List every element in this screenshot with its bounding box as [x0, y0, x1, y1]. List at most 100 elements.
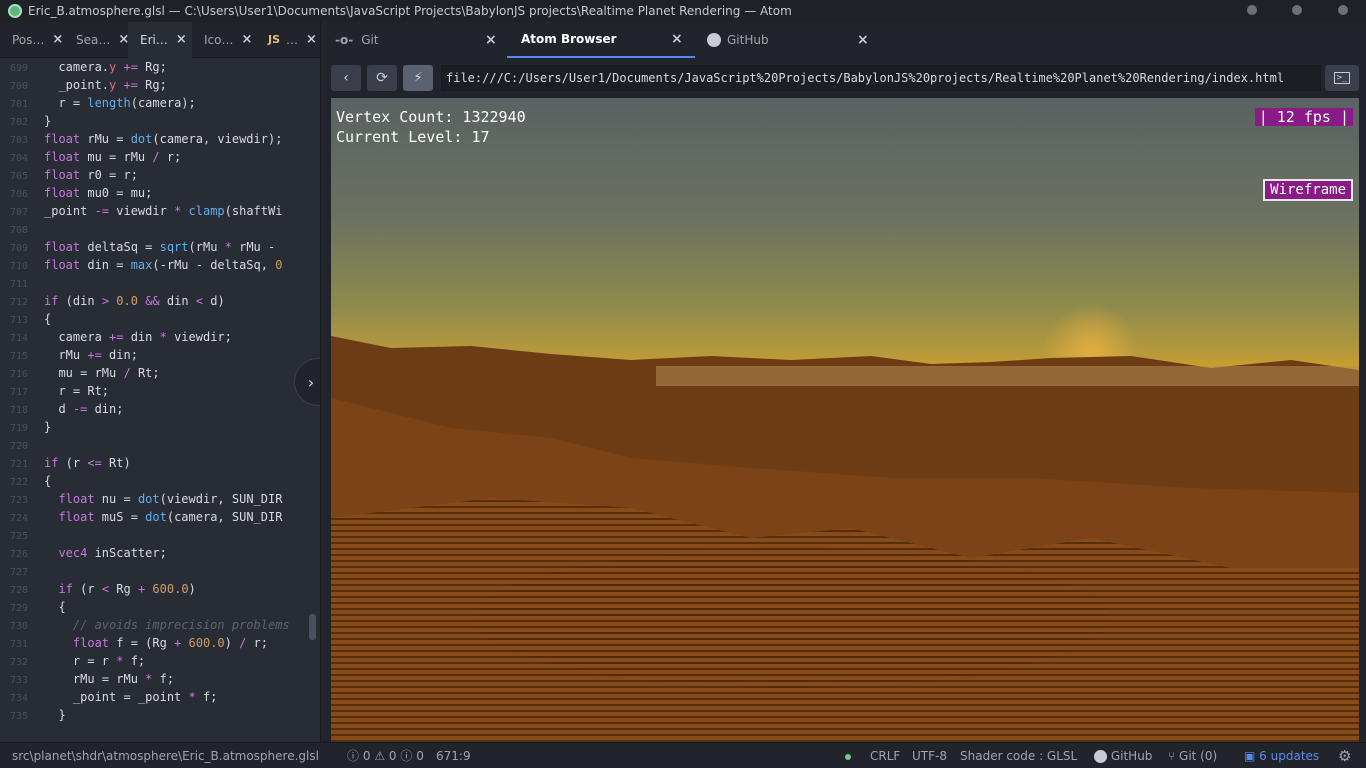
tab-sea[interactable]: Sea… × — [64, 22, 129, 58]
grammar[interactable]: Shader code : GLSL — [960, 743, 1077, 768]
code-text: vec4 inScatter; — [58, 546, 167, 560]
tab-atom-browser[interactable]: Atom Browser × — [507, 22, 695, 58]
encoding[interactable]: UTF-8 — [912, 743, 947, 768]
diagnostics[interactable]: ⓘ 0 ⚠ 0 ⓘ 0 — [347, 743, 424, 768]
tab-pos[interactable]: Pos… × — [0, 22, 64, 58]
code-editor[interactable]: 699 camera.y += Rg; 700 _point.y += Rg; 70… — [0, 58, 320, 742]
wireframe-button[interactable]: Wireframe — [1263, 179, 1353, 201]
terminal-icon: >_ — [1333, 72, 1351, 84]
code-line[interactable]: 707 _point -= viewdir * clamp(shaftWi — [0, 202, 320, 220]
line-number: 735 — [9, 711, 28, 722]
code-text: d -= din; — [44, 402, 124, 416]
code-text: camera.y += Rg; — [44, 60, 167, 74]
code-line[interactable]: 725 — [0, 526, 320, 544]
window-title: Eric_B.atmosphere.glsl — C:\Users\User1\… — [28, 4, 792, 18]
code-line[interactable]: 702} — [0, 112, 320, 130]
refresh-icon: ⟳ — [376, 70, 388, 86]
code-line[interactable]: 719} — [0, 418, 320, 436]
code-text: { — [44, 600, 66, 614]
code-line[interactable]: 729 { — [0, 598, 320, 616]
code-line[interactable]: 735 } — [0, 706, 320, 724]
code-line[interactable]: 731 float f = (Rg + 600.0) / r; — [0, 634, 320, 652]
code-line[interactable]: 724 float muS = dot(camera, SUN_DIR — [0, 508, 320, 526]
horizon-haze — [656, 366, 1359, 386]
code-line[interactable]: 713{ — [0, 310, 320, 328]
code-line[interactable]: 730 // avoids imprecision problems — [0, 616, 320, 634]
git-branch-icon: ⑂ — [1168, 749, 1176, 763]
gear-icon[interactable]: ⚙ — [1338, 743, 1351, 768]
warning-count: 0 — [388, 749, 397, 763]
git-commit-icon: -o- — [335, 33, 354, 47]
live-reload-button[interactable]: ⚡ — [403, 65, 433, 91]
code-text: float f = (Rg + 600.0) / r; — [72, 636, 269, 650]
code-line[interactable]: 728 if (r < Rg + 600.0) — [0, 580, 320, 598]
code-text: float mu0 = mu; — [44, 186, 153, 200]
code-line[interactable]: 722{ — [0, 472, 320, 490]
file-path[interactable]: src\planet\shdr\atmosphere\Eric_B.atmosp… — [12, 743, 319, 768]
code-line[interactable]: 734 _point = _point * f; — [0, 688, 320, 706]
close-icon[interactable]: × — [306, 32, 317, 47]
tab-ico[interactable]: Ico… × — [192, 22, 256, 58]
code-line[interactable]: 720 — [0, 436, 320, 454]
code-line[interactable]: 718 d -= din; — [0, 400, 320, 418]
minimize-button[interactable] — [1247, 5, 1257, 15]
tab-label: … — [286, 32, 299, 47]
editor-pane: Pos… × Sea… × Eri… × Ico… × JS … × 699 camera.… — [0, 22, 320, 742]
code-line[interactable]: 710 float din = max(-rMu - deltaSq, 0 — [0, 256, 320, 274]
code-line[interactable]: 701 r = length(camera); — [0, 94, 320, 112]
code-line[interactable]: 733 rMu = rMu * f; — [0, 670, 320, 688]
code-line[interactable]: 723 float nu = dot(viewdir, SUN_DIR — [0, 490, 320, 508]
vertical-scrollbar[interactable] — [309, 614, 316, 640]
atom-logo-icon — [8, 4, 22, 18]
chevron-right-icon: › — [307, 372, 315, 392]
code-line[interactable]: 714 camera += din * viewdir; — [0, 328, 320, 346]
fps-counter: | 12 fps | — [1254, 108, 1353, 126]
webgl-viewport[interactable]: Vertex Count: 1322940 Current Level: 17 … — [331, 98, 1359, 742]
tab-github[interactable]: GitHub × — [707, 22, 877, 58]
close-icon[interactable]: × — [857, 32, 869, 48]
code-text: rMu = rMu * f; — [44, 672, 175, 686]
code-line[interactable]: 705 float r0 = r; — [0, 166, 320, 184]
code-text: _point = _point * f; — [44, 690, 218, 704]
code-line[interactable]: 716 mu = rMu / Rt; — [0, 364, 320, 382]
code-line[interactable]: 727 — [0, 562, 320, 580]
code-line[interactable]: 732 r = r * f; — [0, 652, 320, 670]
code-text: } — [44, 420, 52, 434]
line-ending[interactable]: CRLF — [870, 743, 900, 768]
status-bar: src\planet\shdr\atmosphere\Eric_B.atmosp… — [0, 742, 1366, 768]
github-status[interactable]: GitHub — [1094, 743, 1152, 768]
close-window-button[interactable] — [1338, 5, 1348, 15]
url-input[interactable]: file:///C:/Users/User1/Documents/JavaScr… — [441, 65, 1321, 91]
cursor-position[interactable]: 671:9 — [436, 743, 471, 768]
maximize-button[interactable] — [1292, 5, 1302, 15]
close-icon[interactable]: × — [52, 32, 63, 47]
code-line[interactable]: 704 float mu = rMu / r; — [0, 148, 320, 166]
current-level-label: Current Level: 17 — [336, 128, 490, 146]
tab-js-file[interactable]: JS … × — [256, 22, 320, 58]
code-line[interactable]: 703 float rMu = dot(camera, viewdir); — [0, 130, 320, 148]
code-line[interactable]: 700 _point.y += Rg; — [0, 76, 320, 94]
code-line[interactable]: 721 if (r <= Rt) — [0, 454, 320, 472]
editor-tab-bar: Pos… × Sea… × Eri… × Ico… × JS … × — [0, 22, 320, 58]
close-icon[interactable]: × — [671, 31, 683, 47]
close-icon[interactable]: × — [241, 32, 252, 47]
code-line[interactable]: 712 if (din > 0.0 && din < d) — [0, 292, 320, 310]
code-line[interactable]: 699 camera.y += Rg; — [0, 58, 320, 76]
git-status[interactable]: ⑂ Git (0) — [1168, 743, 1217, 768]
devtools-button[interactable]: >_ — [1325, 65, 1359, 91]
code-line[interactable]: 726 vec4 inScatter; — [0, 544, 320, 562]
code-line[interactable]: 708 — [0, 220, 320, 238]
refresh-button[interactable]: ⟳ — [367, 65, 397, 91]
tab-git[interactable]: -o- Git × — [335, 22, 505, 58]
close-icon[interactable]: × — [485, 32, 497, 48]
code-line[interactable]: 706 float mu0 = mu; — [0, 184, 320, 202]
code-line[interactable]: 717 r = Rt; — [0, 382, 320, 400]
updates-status[interactable]: ▣ 6 updates — [1244, 743, 1319, 768]
code-line[interactable]: 715 rMu += din; — [0, 346, 320, 364]
back-button[interactable]: ‹ — [331, 65, 361, 91]
code-line[interactable]: 709 float deltaSq = sqrt(rMu * rMu - — [0, 238, 320, 256]
code-text: { — [44, 312, 52, 326]
close-icon[interactable]: × — [176, 32, 187, 47]
code-line[interactable]: 711 — [0, 274, 320, 292]
tab-eric-atmosphere[interactable]: Eri… × — [128, 22, 192, 58]
